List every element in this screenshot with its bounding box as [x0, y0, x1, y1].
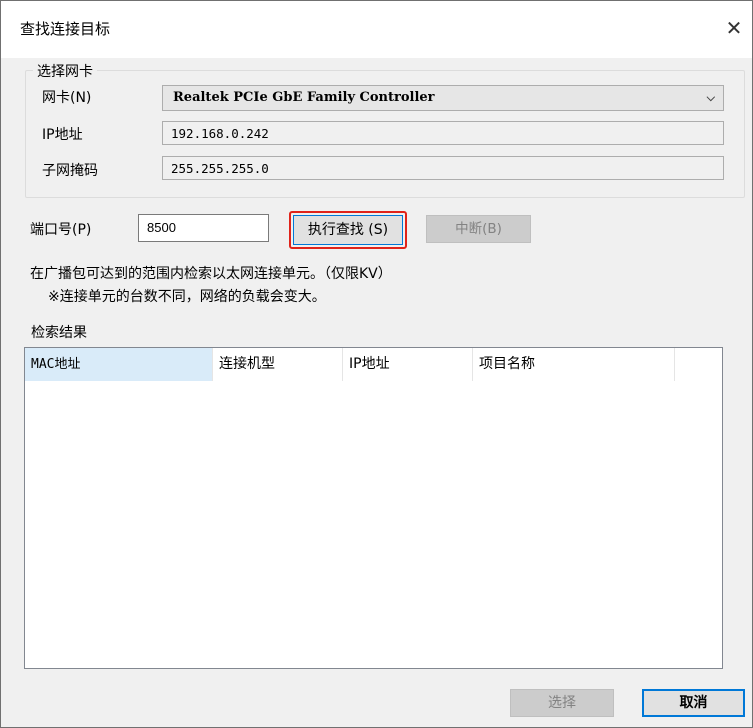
nic-select-value: Realtek PCIe GbE Family Controller — [173, 90, 435, 105]
info-text-line2: ※连接单元的台数不同，网络的负载会变大。 — [48, 289, 326, 305]
nic-group-label: 选择网卡 — [33, 61, 97, 81]
column-header-model[interactable]: 连接机型 — [213, 348, 343, 381]
close-icon[interactable]: ✕ — [720, 14, 748, 42]
nic-label: 网卡(N) — [42, 90, 92, 106]
chevron-down-icon: ⌵ — [706, 91, 715, 104]
results-label: 检索结果 — [31, 325, 87, 341]
info-text-line1: 在广播包可达到的范围内检索以太网连接单元。（仅限KV） — [30, 266, 392, 282]
column-header-ip[interactable]: IP地址 — [343, 348, 473, 381]
nic-select[interactable]: Realtek PCIe GbE Family Controller ⌵ — [162, 85, 724, 111]
column-header-mac[interactable]: MAC地址 — [25, 348, 213, 381]
port-input[interactable]: 8500 — [138, 214, 269, 242]
search-button[interactable]: 执行查找 (S) — [293, 215, 403, 245]
cancel-button[interactable]: 取消 — [642, 689, 745, 717]
subnet-mask-field: 255.255.255.0 — [162, 156, 724, 180]
column-header-project[interactable]: 项目名称 — [473, 348, 675, 381]
ip-label: IP地址 — [42, 127, 83, 143]
subnet-mask-label: 子网掩码 — [42, 163, 98, 179]
results-list[interactable]: MAC地址 连接机型 IP地址 项目名称 — [24, 347, 723, 669]
select-button[interactable]: 选择 — [510, 689, 614, 717]
window-title: 查找连接目标 — [20, 20, 111, 38]
port-label: 端口号(P) — [30, 222, 92, 238]
abort-button[interactable]: 中断(B) — [426, 215, 531, 243]
title-bar — [0, 0, 753, 58]
ip-field: 192.168.0.242 — [162, 121, 724, 145]
